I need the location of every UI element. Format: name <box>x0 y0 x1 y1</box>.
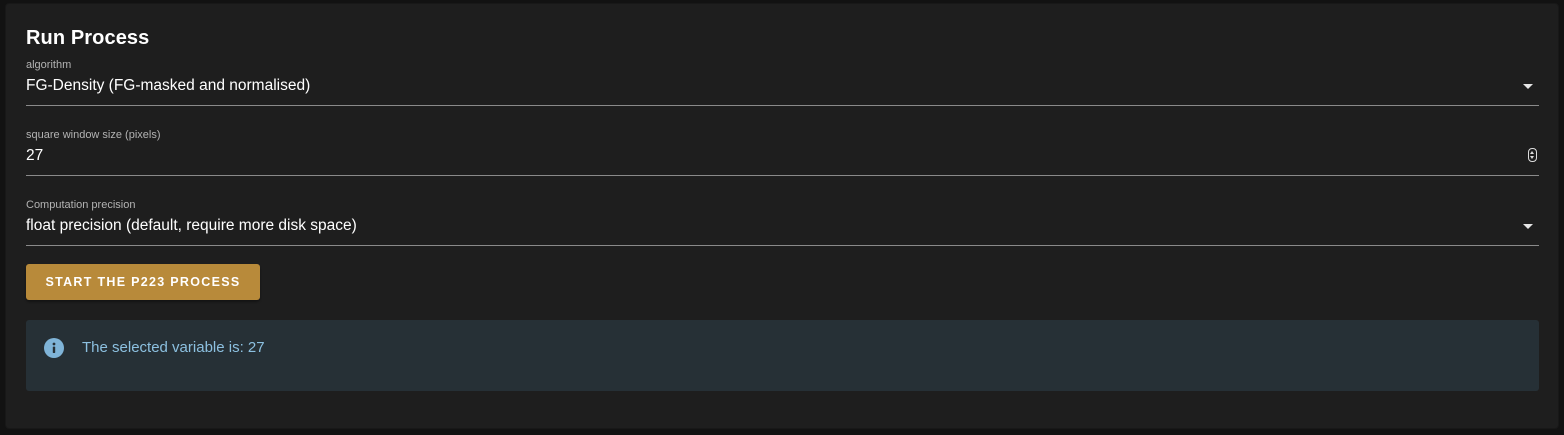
info-icon <box>44 338 64 358</box>
algorithm-value[interactable]: FG-Density (FG-masked and normalised) <box>26 77 310 95</box>
start-process-button[interactable]: START THE P223 PROCESS <box>26 264 260 300</box>
window-size-label: square window size (pixels) <box>26 129 161 141</box>
info-alert: The selected variable is: 27 <box>26 320 1539 391</box>
run-process-panel: Run Process algorithm FG-Density (FG-mas… <box>6 4 1558 428</box>
chevron-down-icon[interactable] <box>1523 84 1533 89</box>
panel-title: Run Process <box>26 27 150 49</box>
window-size-input[interactable]: square window size (pixels) 27 <box>26 129 1539 176</box>
spinner-down-icon[interactable] <box>1530 156 1534 159</box>
precision-label: Computation precision <box>26 199 136 211</box>
algorithm-select[interactable]: algorithm FG-Density (FG-masked and norm… <box>26 59 1539 106</box>
alert-message: The selected variable is: 27 <box>82 339 265 356</box>
window-size-value[interactable]: 27 <box>26 147 43 165</box>
precision-select[interactable]: Computation precision float precision (d… <box>26 199 1539 246</box>
precision-value[interactable]: float precision (default, require more d… <box>26 217 357 235</box>
algorithm-label: algorithm <box>26 59 72 71</box>
number-spinner-icon[interactable] <box>1528 148 1537 162</box>
chevron-down-icon[interactable] <box>1523 224 1533 229</box>
spinner-up-icon[interactable] <box>1530 151 1534 154</box>
